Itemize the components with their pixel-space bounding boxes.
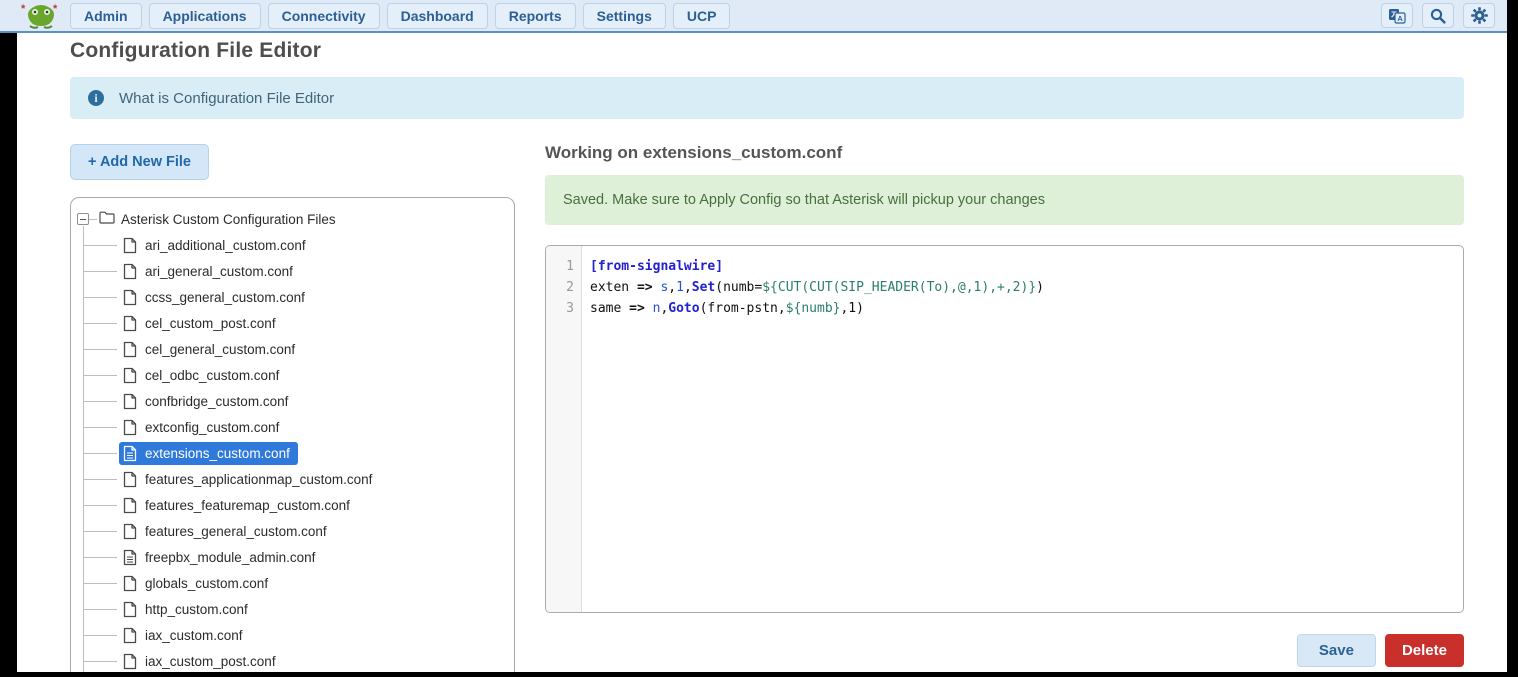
- tree-file-item: ari_additional_custom.conf: [71, 232, 514, 258]
- tree-file-item: cel_general_custom.conf: [71, 336, 514, 362]
- tree-file-item: features_applicationmap_custom.conf: [71, 466, 514, 492]
- file-name: features_general_custom.conf: [145, 524, 327, 539]
- file-tree-panel: Asterisk Custom Configuration Files ari_…: [70, 197, 515, 672]
- top-navbar: * * Admin Applications Connectivity Dashboa…: [0, 0, 1507, 33]
- tree-file-item: extconfig_custom.conf: [71, 414, 514, 440]
- file-name: features_featuremap_custom.conf: [145, 498, 350, 513]
- nav-tab-dashboard[interactable]: Dashboard: [387, 3, 488, 29]
- file-name: features_applicationmap_custom.conf: [145, 472, 372, 487]
- nav-tab-connectivity[interactable]: Connectivity: [268, 3, 380, 29]
- gear-icon[interactable]: [1463, 3, 1495, 28]
- nav-tabs: Admin Applications Connectivity Dashboard Re…: [70, 3, 730, 29]
- tree-file-item: features_general_custom.conf: [71, 518, 514, 544]
- saved-alert: Saved. Make sure to Apply Config so that…: [545, 175, 1464, 225]
- tree-root-row: Asterisk Custom Configuration Files: [71, 206, 514, 232]
- nav-tab-applications[interactable]: Applications: [149, 3, 261, 29]
- file-name: cel_general_custom.conf: [145, 342, 295, 357]
- help-banner-text: What is Configuration File Editor: [119, 90, 334, 107]
- file-icon: [123, 341, 137, 358]
- tree-file-item: extensions_custom.conf: [71, 440, 514, 466]
- file-name: ari_general_custom.conf: [145, 264, 293, 279]
- tree-file-item: ccss_general_custom.conf: [71, 284, 514, 310]
- file-icon: [123, 549, 137, 566]
- tree-file-item: features_featuremap_custom.conf: [71, 492, 514, 518]
- nav-tab-settings[interactable]: Settings: [583, 3, 666, 29]
- file-icon: [123, 237, 137, 254]
- file-name: ccss_general_custom.conf: [145, 290, 305, 305]
- file-tree: ari_additional_custom.conf ari_general_c…: [71, 232, 514, 672]
- file-icon: [123, 419, 137, 436]
- tree-file-item: cel_odbc_custom.conf: [71, 362, 514, 388]
- file-name: ari_additional_custom.conf: [145, 238, 306, 253]
- file-icon: [123, 653, 137, 670]
- tree-file-item: globals_custom.conf: [71, 570, 514, 596]
- file-icon: [123, 575, 137, 592]
- app-window: * * Admin Applications Connectivity Dashboa…: [0, 0, 1518, 677]
- file-name: cel_odbc_custom.conf: [145, 368, 279, 383]
- freepbx-logo-icon[interactable]: * *: [20, 2, 62, 30]
- search-icon[interactable]: [1422, 3, 1454, 28]
- file-icon: [123, 601, 137, 618]
- editor-actions: Save Delete: [545, 634, 1464, 667]
- tree-root-label[interactable]: Asterisk Custom Configuration Files: [121, 212, 336, 227]
- file-icon: [123, 393, 137, 410]
- tree-file-item: confbridge_custom.conf: [71, 388, 514, 414]
- svg-text:A: A: [1397, 14, 1403, 23]
- file-icon: [123, 471, 137, 488]
- file-name: extconfig_custom.conf: [145, 420, 279, 435]
- info-icon: i: [88, 90, 104, 106]
- file-name: globals_custom.conf: [145, 576, 268, 591]
- help-banner[interactable]: i What is Configuration File Editor: [70, 77, 1464, 119]
- line-number-gutter: 123: [546, 246, 582, 612]
- add-new-file-button[interactable]: + Add New File: [70, 144, 209, 180]
- file-name: freepbx_module_admin.conf: [145, 550, 315, 565]
- tree-file-item: http_custom.conf: [71, 596, 514, 622]
- file-icon: [123, 523, 137, 540]
- file-name: confbridge_custom.conf: [145, 394, 288, 409]
- file-name: extensions_custom.conf: [145, 446, 290, 461]
- working-on-heading: Working on extensions_custom.conf: [545, 143, 842, 163]
- file-name: iax_custom_post.conf: [145, 654, 276, 669]
- tree-file-item: ari_general_custom.conf: [71, 258, 514, 284]
- nav-tab-reports[interactable]: Reports: [495, 3, 576, 29]
- tree-file-item: freepbx_module_admin.conf: [71, 544, 514, 570]
- nav-tab-ucp[interactable]: UCP: [673, 3, 731, 29]
- tree-file-item: cel_custom_post.conf: [71, 310, 514, 336]
- file-icon: [123, 445, 137, 462]
- folder-icon: [99, 211, 115, 229]
- file-icon: [123, 263, 137, 280]
- file-name: cel_custom_post.conf: [145, 316, 276, 331]
- tree-file-item: iax_custom.conf: [71, 622, 514, 648]
- save-button[interactable]: Save: [1297, 634, 1376, 667]
- file-name: iax_custom.conf: [145, 628, 243, 643]
- tree-file-item: iax_custom_post.conf: [71, 648, 514, 672]
- file-icon: [123, 315, 137, 332]
- delete-button[interactable]: Delete: [1385, 634, 1464, 667]
- file-icon: [123, 289, 137, 306]
- code-editor: 123 [from-signalwire]exten => s,1,Set(nu…: [545, 245, 1464, 613]
- file-icon: [123, 627, 137, 644]
- file-icon: [123, 367, 137, 384]
- svg-text:*: *: [21, 3, 26, 15]
- code-area[interactable]: [from-signalwire]exten => s,1,Set(numb=$…: [582, 246, 1463, 612]
- file-name: http_custom.conf: [145, 602, 248, 617]
- navbar-tools: A: [1381, 3, 1495, 28]
- translate-icon[interactable]: A: [1381, 3, 1413, 28]
- nav-tab-admin[interactable]: Admin: [70, 3, 142, 29]
- collapse-expander-icon[interactable]: [77, 213, 89, 225]
- file-icon: [123, 497, 137, 514]
- page-content: Configuration File Editor i What is Conf…: [17, 33, 1507, 672]
- page-title: Configuration File Editor: [70, 39, 321, 63]
